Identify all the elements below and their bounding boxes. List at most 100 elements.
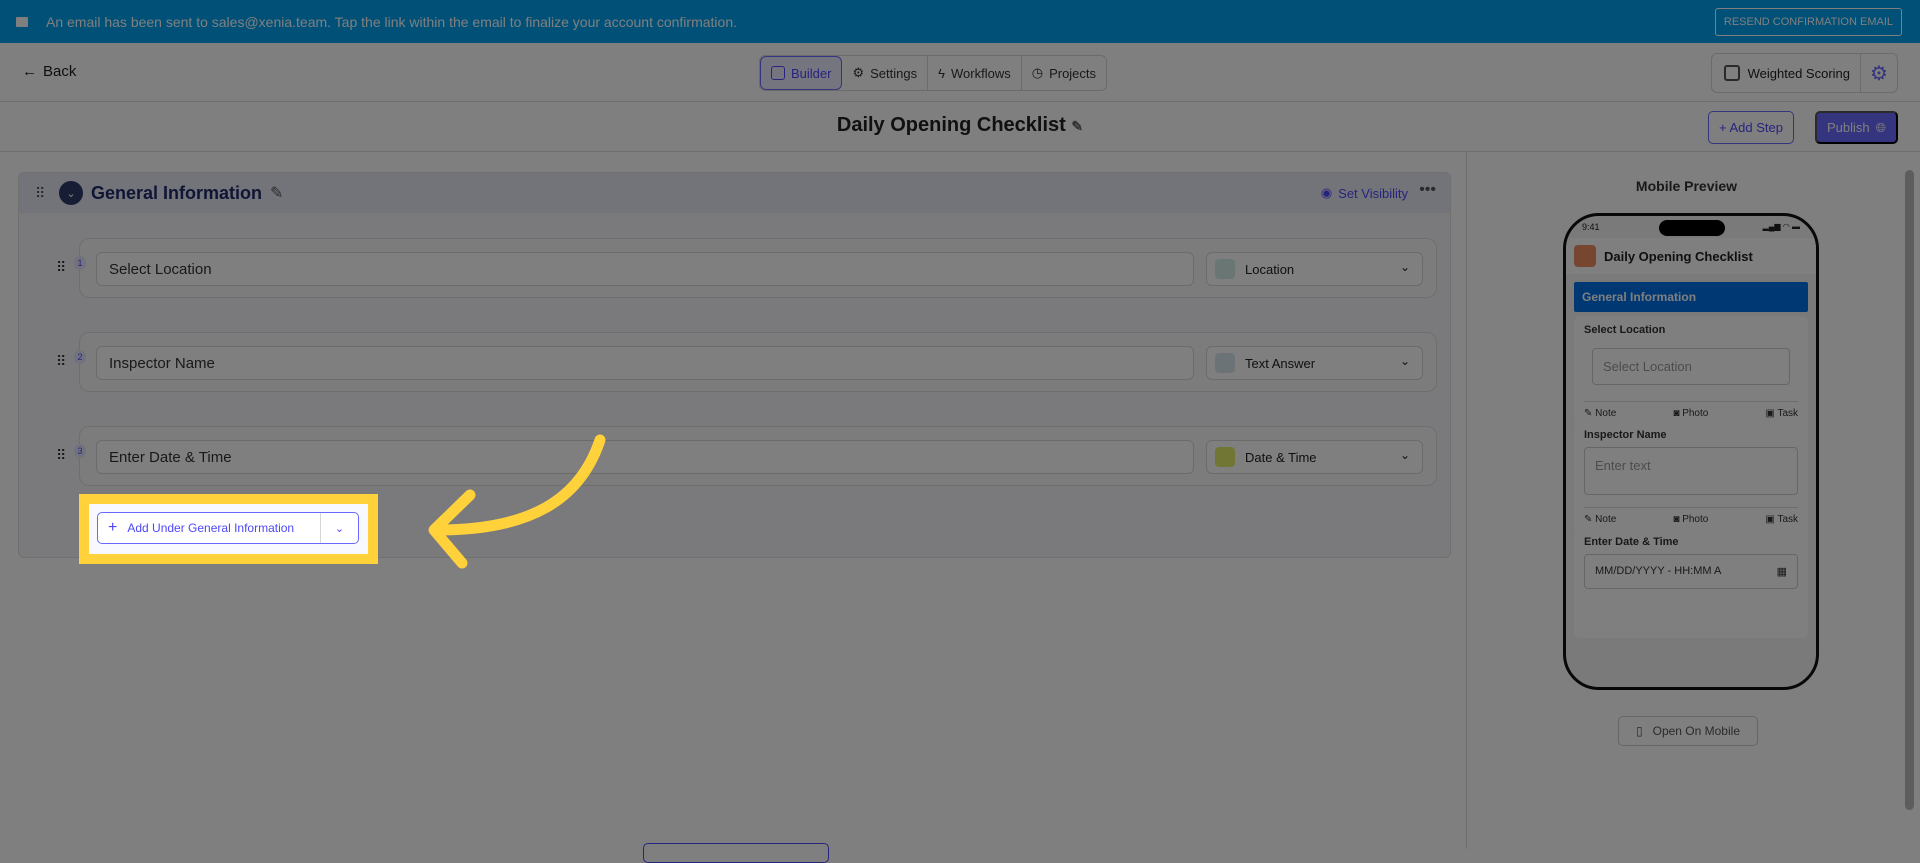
preview-checklist-title: Daily Opening Checklist (1604, 248, 1753, 264)
preview-note[interactable]: ✎ Note (1584, 514, 1616, 525)
scrollbar[interactable] (1905, 170, 1914, 810)
top-nav: ← Back Builder ⚙ Settings ϟ Workflows ◷ Proj… (0, 43, 1920, 102)
question-input[interactable]: Inspector Name (96, 346, 1194, 380)
edit-icon (771, 66, 785, 80)
eye-icon: ◉ (1320, 185, 1333, 200)
preview-question-label: Enter Date & Time (1584, 536, 1679, 548)
note-label: Note (1595, 514, 1617, 525)
open-on-mobile-button[interactable]: ▯ Open On Mobile (1618, 716, 1758, 746)
add-under-section-button[interactable]: + Add Under General Information ⌄ (97, 512, 359, 544)
preview-task[interactable]: ▣ Task (1765, 514, 1798, 525)
back-label: Back (43, 63, 77, 80)
phone-icon: ▯ (1636, 724, 1643, 738)
date-placeholder: MM/DD/YYYY - HH:MM A (1595, 565, 1722, 577)
drag-handle-icon[interactable]: ⠿ (56, 259, 66, 276)
task-label: Task (1777, 408, 1798, 419)
lightning-icon: ϟ (938, 65, 945, 81)
title-text: Daily Opening Checklist (836, 114, 1066, 136)
mail-icon (16, 16, 28, 27)
question-type-select[interactable]: Location ⌄ (1206, 252, 1423, 286)
drag-handle-icon[interactable]: ⠿ (35, 185, 49, 202)
open-on-mobile-label: Open On Mobile (1652, 724, 1740, 738)
task-label: Task (1777, 514, 1798, 525)
question-input[interactable]: Select Location (96, 252, 1194, 286)
question-row: ⠿ 2 Inspector Name Text Answer ⌄ (56, 332, 1437, 392)
type-label: Location (1245, 261, 1295, 277)
plus-icon: + (108, 519, 118, 536)
weighted-scoring: Weighted Scoring ⚙ (1710, 53, 1898, 93)
question-row: ⠿ 3 Enter Date & Time Date & Time ⌄ (56, 426, 1437, 486)
bottom-add-button[interactable] (643, 843, 829, 863)
preview-text-input[interactable]: Enter text (1584, 447, 1798, 495)
chevron-down-icon[interactable]: ⌄ (320, 513, 358, 543)
pencil-icon[interactable]: ✎ (1071, 118, 1083, 134)
photo-label: Photo (1682, 514, 1709, 525)
tab-builder[interactable]: Builder (760, 56, 843, 90)
chevron-down-icon: ⌄ (1399, 354, 1410, 368)
question-input[interactable]: Enter Date & Time (96, 440, 1194, 474)
question-row: ⠿ 1 Select Location Location ⌄ (56, 238, 1437, 298)
question-number: 2 (74, 350, 86, 364)
status-time: 9:41 (1582, 222, 1600, 232)
tab-label: Workflows (951, 65, 1011, 81)
calendar-icon: ▦ (1776, 566, 1787, 578)
more-options-icon[interactable]: ••• (1419, 181, 1436, 199)
checklist-title[interactable]: Daily Opening Checklist ✎ (0, 114, 1920, 137)
pointer-arrow-icon (428, 434, 606, 569)
question-type-select[interactable]: Date & Time ⌄ (1206, 440, 1423, 474)
set-visibility-button[interactable]: ◉ Set Visibility (1321, 185, 1408, 201)
signal-battery-icon: ▂▄▆ ◠ ▬ (1762, 222, 1800, 231)
tab-workflows[interactable]: ϟ Workflows (928, 56, 1022, 90)
add-step-button[interactable]: + Add Step (1708, 111, 1794, 144)
add-under-label: Add Under General Information (127, 521, 295, 535)
tab-projects[interactable]: ◷ Projects (1022, 56, 1106, 90)
weighted-scoring-checkbox[interactable] (1723, 65, 1740, 81)
preview-location-input[interactable]: Select Location (1592, 348, 1790, 385)
preview-task[interactable]: ▣ Task (1765, 408, 1798, 419)
question-number: 3 (74, 444, 86, 458)
publish-button[interactable]: Publish 🌐︎ (1814, 111, 1898, 144)
preview-question: Select Location Select Location ✎ Note ◙ … (1574, 316, 1808, 427)
collapse-chevron-icon[interactable]: ⌄ (59, 181, 83, 205)
builder-tabs: Builder ⚙ Settings ϟ Workflows ◷ Projects (759, 55, 1108, 91)
note-label: Note (1595, 408, 1617, 419)
highlight-box: + Add Under General Information ⌄ (79, 494, 378, 564)
preview-date-input[interactable]: MM/DD/YYYY - HH:MM A ▦ (1584, 554, 1798, 589)
clock-icon: ◷ (1031, 65, 1044, 80)
arrow-left-icon: ← (22, 63, 37, 80)
preview-header: Daily Opening Checklist (1566, 238, 1816, 274)
preview-section-title: General Information (1574, 282, 1808, 312)
phone-notch (1659, 220, 1725, 236)
cube-icon (1574, 245, 1596, 267)
preview-photo[interactable]: ◙ Photo (1673, 408, 1708, 419)
gear-icon: ⚙ (852, 65, 865, 80)
set-visibility-label: Set Visibility (1338, 185, 1408, 201)
preview-question: Inspector Name Enter text ✎ Note ◙ Photo ▣… (1574, 421, 1808, 533)
tab-label: Projects (1049, 65, 1097, 81)
back-button[interactable]: ← Back (22, 63, 76, 80)
chevron-down-icon: ⌄ (1399, 448, 1410, 462)
preview-note[interactable]: ✎ Note (1584, 408, 1616, 419)
banner-message: An email has been sent to sales@xenia.te… (46, 13, 737, 30)
tab-label: Settings (870, 65, 918, 81)
scoring-settings-gear-icon[interactable]: ⚙ (1861, 61, 1897, 86)
question-type-select[interactable]: Text Answer ⌄ (1206, 346, 1423, 380)
preview-question: Enter Date & Time MM/DD/YYYY - HH:MM A ▦ (1574, 528, 1808, 638)
type-label: Date & Time (1245, 449, 1317, 465)
preview-photo[interactable]: ◙ Photo (1673, 514, 1708, 525)
type-label: Text Answer (1245, 355, 1316, 371)
pencil-icon[interactable]: ✎ (270, 183, 283, 203)
title-bar: Daily Opening Checklist ✎ + Add Step Pub… (0, 102, 1920, 152)
text-answer-icon (1215, 353, 1235, 373)
preview-question-label: Select Location (1584, 324, 1666, 336)
drag-handle-icon[interactable]: ⠿ (56, 353, 66, 370)
publish-label: Publish (1826, 120, 1870, 135)
phone-frame: 9:41 ▂▄▆ ◠ ▬ Daily Opening Checklist Gen… (1563, 213, 1819, 690)
tab-settings[interactable]: ⚙ Settings (842, 56, 929, 90)
tab-label: Builder (791, 65, 832, 81)
resend-confirmation-button[interactable]: RESEND CONFIRMATION EMAIL (1714, 8, 1902, 36)
confirmation-banner: An email has been sent to sales@xenia.te… (0, 0, 1920, 43)
drag-handle-icon[interactable]: ⠿ (56, 447, 66, 464)
chevron-down-icon: ⌄ (1399, 260, 1410, 274)
weighted-scoring-label: Weighted Scoring (1748, 54, 1861, 92)
